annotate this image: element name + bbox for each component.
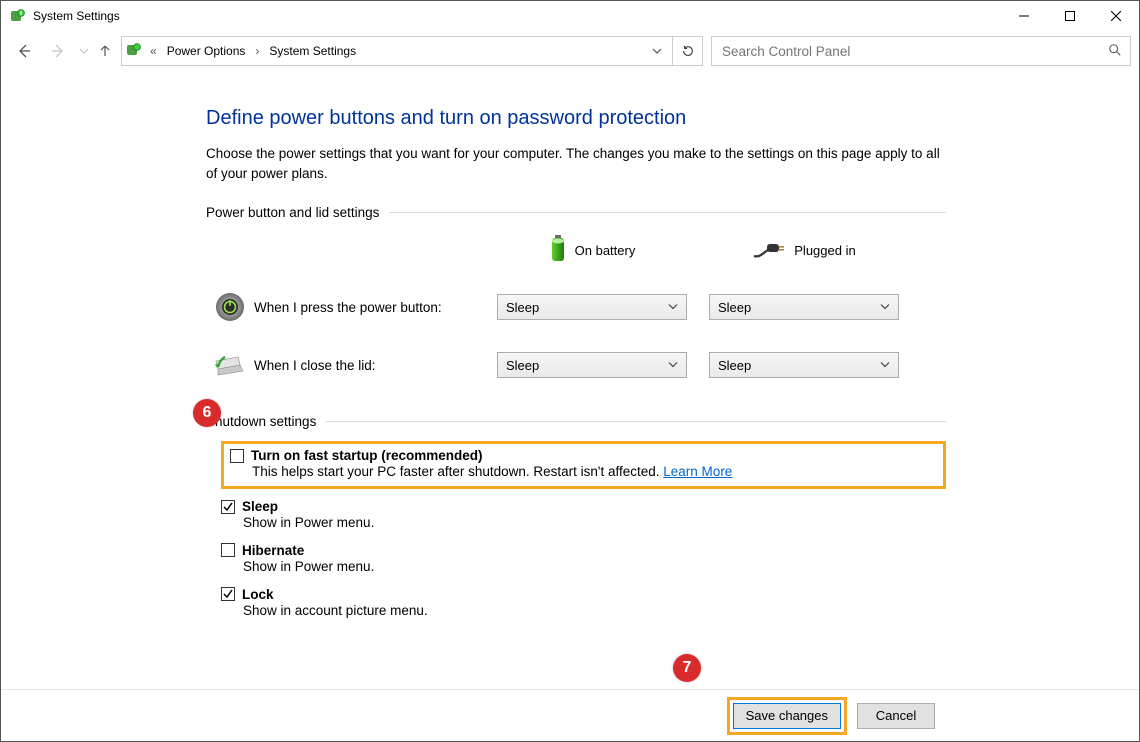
cancel-button[interactable]: Cancel	[857, 703, 935, 729]
window-title: System Settings	[33, 9, 120, 23]
refresh-button[interactable]	[673, 36, 703, 66]
chevron-down-icon	[880, 300, 890, 315]
minimize-button[interactable]	[1001, 1, 1047, 31]
chevron-right-icon: ›	[251, 44, 263, 58]
annotation-badge-6: 6	[193, 399, 221, 427]
section-power-header: Power button and lid settings	[206, 205, 946, 220]
chevron-down-icon	[668, 300, 678, 315]
nav-recent-button[interactable]	[75, 37, 93, 65]
column-header-battery: On battery	[549, 230, 636, 270]
nav-back-button[interactable]	[7, 37, 41, 65]
nav-forward-button[interactable]	[41, 37, 75, 65]
nav-up-button[interactable]	[93, 37, 117, 65]
checkbox-fast-startup[interactable]	[230, 449, 244, 463]
link-learn-more[interactable]: Learn More	[663, 464, 732, 479]
app-icon-small	[126, 42, 142, 61]
option-fast-startup: Turn on fast startup (recommended) This …	[221, 437, 946, 495]
row-power-button: When I press the power button: Sleep Sle…	[206, 278, 946, 336]
save-button[interactable]: Save changes	[733, 703, 841, 729]
titlebar: System Settings	[1, 1, 1139, 31]
navigation-row: « Power Options › System Settings	[1, 31, 1139, 71]
page-title: Define power buttons and turn on passwor…	[206, 107, 946, 130]
maximize-button[interactable]	[1047, 1, 1093, 31]
select-power-button-plugged[interactable]: Sleep	[709, 294, 899, 320]
select-close-lid-plugged[interactable]: Sleep	[709, 352, 899, 378]
breadcrumb-level2[interactable]: System Settings	[267, 42, 358, 60]
select-power-button-battery[interactable]: Sleep	[497, 294, 687, 320]
row-close-lid: When I close the lid: Sleep Sleep	[206, 336, 946, 394]
close-button[interactable]	[1093, 1, 1139, 31]
checkbox-hibernate[interactable]	[221, 543, 235, 557]
breadcrumb-level1[interactable]: Power Options	[165, 42, 248, 60]
chevron-down-icon	[880, 358, 890, 373]
app-icon	[10, 8, 26, 24]
page-intro: Choose the power settings that you want …	[206, 144, 946, 183]
plug-icon	[752, 238, 786, 263]
annotation-badge-7: 7	[673, 654, 701, 682]
address-bar[interactable]: « Power Options › System Settings	[121, 36, 673, 66]
search-input[interactable]	[720, 43, 1108, 60]
laptop-lid-icon	[206, 351, 254, 379]
checkbox-lock[interactable]	[221, 587, 235, 601]
address-expand-button[interactable]	[646, 37, 668, 65]
search-icon[interactable]	[1108, 43, 1122, 60]
column-header-plugged: Plugged in	[752, 230, 855, 270]
option-hibernate: Hibernate Show in Power menu.	[221, 539, 946, 583]
breadcrumb-prev-icon[interactable]: «	[146, 44, 161, 58]
option-lock: Lock Show in account picture menu.	[221, 583, 946, 627]
checkbox-sleep[interactable]	[221, 500, 235, 514]
power-button-icon	[206, 291, 254, 323]
footer-bar: Save changes Cancel	[1, 689, 1139, 741]
battery-icon	[549, 235, 567, 266]
select-close-lid-battery[interactable]: Sleep	[497, 352, 687, 378]
option-sleep: Sleep Show in Power menu.	[221, 495, 946, 539]
chevron-down-icon	[668, 358, 678, 373]
search-box[interactable]	[711, 36, 1131, 66]
content-area: Define power buttons and turn on passwor…	[1, 71, 1139, 689]
section-shutdown-header: Shutdown settings	[206, 414, 946, 429]
save-button-highlight: Save changes	[727, 697, 847, 735]
